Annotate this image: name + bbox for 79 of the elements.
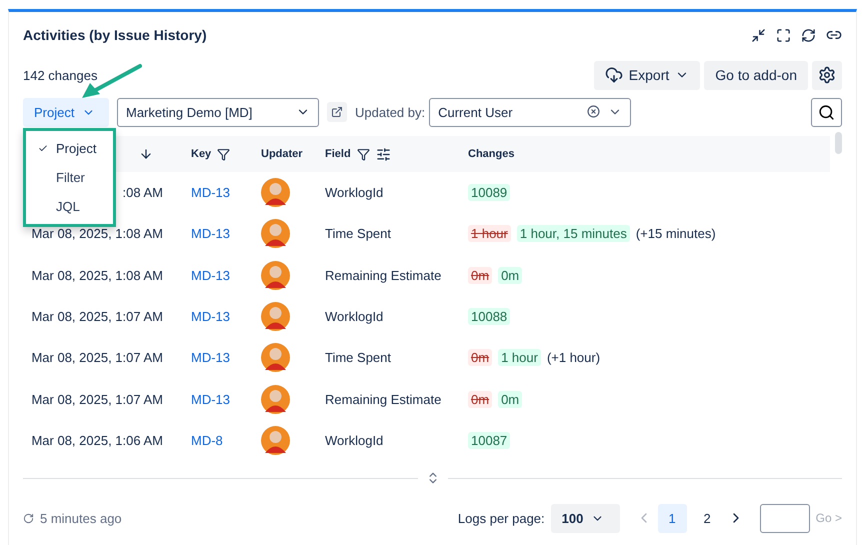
change-note: (+1 hour): [546, 350, 600, 366]
date-cell-text: Mar 08, 2025, 1:07 AM: [30, 309, 164, 324]
refresh-icon[interactable]: [801, 28, 816, 42]
issue-key-link[interactable]: MD-13: [183, 309, 253, 324]
old-value: 0m: [468, 349, 492, 366]
filter-icon[interactable]: [217, 148, 230, 160]
check-icon: [38, 143, 48, 154]
date-cell-text: Mar 08, 2025, 1:06 AM: [30, 432, 164, 448]
change-count: 142 changes: [23, 68, 98, 82]
last-updated: 5 minutes ago: [40, 510, 122, 526]
new-value: 1 hour: [498, 349, 541, 366]
minimize-icon[interactable]: [751, 28, 766, 42]
field-cell-text: WorklogId: [324, 309, 384, 324]
column-header: Updater: [261, 148, 303, 160]
old-value: 0m: [468, 390, 492, 408]
menu-item[interactable]: Project: [26, 134, 113, 163]
issue-key-link[interactable]: MD-13: [183, 185, 253, 200]
search-button[interactable]: [811, 98, 842, 126]
cloud-download-icon: [604, 66, 623, 84]
date-cell-text: Mar 08, 2025, 1:08 AM: [30, 226, 164, 242]
new-value: 10087: [468, 432, 510, 449]
project-select[interactable]: Marketing Demo [MD]: [117, 98, 319, 126]
sliders-icon[interactable]: [376, 146, 391, 162]
old-value: 1 hour: [468, 225, 511, 242]
page-button[interactable]: 2: [692, 504, 722, 533]
settings-icon: [818, 66, 836, 84]
new-value: 1 hour, 15 minutes: [516, 225, 630, 242]
new-value: 10089: [468, 184, 510, 202]
date-cell-text: Mar 08, 2025, 1:07 AM: [30, 392, 164, 407]
avatar: [261, 260, 290, 290]
avatar: [261, 426, 290, 455]
avatar: [261, 178, 290, 208]
column-header: Changes: [468, 148, 514, 160]
column-header: Field: [325, 148, 351, 160]
external-link-icon: [331, 106, 343, 118]
issue-key-link[interactable]: MD-13: [183, 226, 253, 242]
scope-dropdown[interactable]: Project: [23, 98, 109, 126]
avatar: [261, 384, 290, 414]
open-link-button[interactable]: [327, 102, 347, 122]
new-value: 10088: [468, 308, 510, 326]
clear-icon[interactable]: [587, 105, 600, 118]
panel-title: Activities (by Issue History): [23, 27, 207, 43]
search-icon: [818, 104, 835, 120]
field-cell-text: WorklogId: [324, 432, 384, 448]
add-on-button[interactable]: Go to add-on: [704, 60, 808, 90]
filter-icon[interactable]: [356, 148, 370, 160]
avatar: [261, 219, 290, 248]
new-value: 0m: [498, 390, 522, 408]
field-cell-text: WorklogId: [324, 185, 384, 200]
old-value: 0m: [468, 266, 492, 284]
date-cell-text: Mar 08, 2025, 1:07 AM: [30, 350, 164, 366]
issue-key-link[interactable]: MD-13: [183, 268, 253, 283]
sort-icon[interactable]: [139, 147, 153, 161]
issue-key-link[interactable]: MD-13: [183, 392, 253, 407]
per-page-select[interactable]: 100: [550, 504, 620, 533]
field-cell-text: Time Spent: [324, 226, 392, 242]
change-note: (+15 minutes): [636, 226, 716, 242]
field-cell-text: Remaining Estimate: [324, 392, 442, 407]
avatar: [261, 302, 290, 332]
menu-item[interactable]: Filter: [26, 163, 113, 192]
page-input[interactable]: [760, 504, 810, 533]
scrollbar[interactable]: [835, 132, 842, 154]
new-value: 0m: [498, 266, 522, 284]
issue-key-link[interactable]: MD-13: [183, 350, 253, 366]
settings-button[interactable]: [812, 60, 842, 90]
date-cell-text: :08 AM: [122, 185, 164, 200]
page-button[interactable]: 1: [658, 504, 687, 533]
fullscreen-icon[interactable]: [776, 28, 791, 42]
field-cell-text: Time Spent: [324, 350, 392, 366]
updated-by-label: Updated by:: [355, 104, 426, 120]
issue-key-link[interactable]: MD-8: [183, 432, 253, 448]
column-header: Key: [191, 148, 212, 160]
user-select[interactable]: Current User: [429, 98, 632, 126]
avatar: [261, 343, 290, 372]
field-cell-text: Remaining Estimate: [324, 268, 442, 283]
export-button[interactable]: Export: [594, 60, 700, 90]
menu-item[interactable]: JQL: [26, 192, 113, 221]
date-cell-text: Mar 08, 2025, 1:08 AM: [30, 268, 164, 283]
per-page-label: Logs per page:: [458, 510, 545, 526]
